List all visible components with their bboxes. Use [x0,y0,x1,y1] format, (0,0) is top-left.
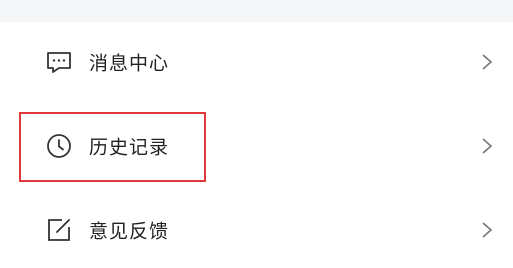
feedback-edit-icon [45,216,73,244]
menu-item-message-center[interactable]: 消息中心 [0,32,513,92]
top-divider-strip [0,0,513,22]
message-icon [45,48,73,76]
menu-item-label: 意见反馈 [89,220,170,243]
menu-item-feedback[interactable]: 意见反馈 [0,200,513,260]
chevron-right-icon [480,52,494,72]
highlight-box [19,112,206,182]
menu-item-label: 消息中心 [89,52,170,75]
chevron-right-icon [480,220,494,240]
chevron-right-icon [480,136,494,156]
